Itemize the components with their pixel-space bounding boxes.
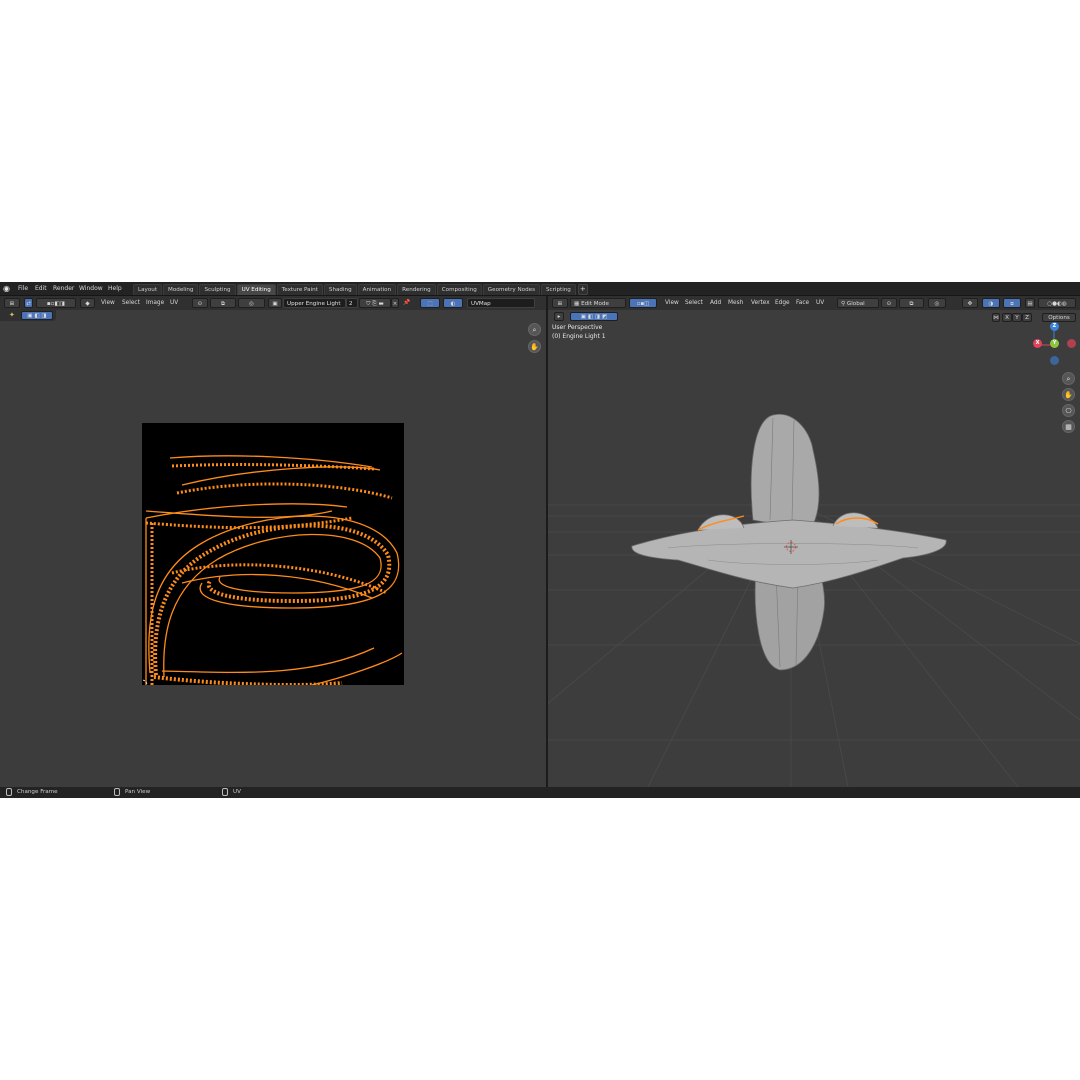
mouse-left-icon — [6, 787, 12, 796]
menu-render[interactable]: Render — [53, 282, 74, 295]
proportional-edit-icon[interactable]: ◎ — [238, 298, 265, 308]
viewport-canvas[interactable]: ▸ ▣ ◧ ◨ ◩ ⋈ X Y Z Options User Perspecti… — [548, 310, 1080, 787]
snap-icon[interactable]: ⧉ — [899, 298, 924, 308]
mode-label: Edit Mode — [581, 301, 609, 307]
status-middle-label: Pan View — [125, 789, 151, 795]
vp-menu-select[interactable]: Select — [685, 298, 703, 308]
zoom-icon[interactable]: ⌕ — [528, 323, 541, 336]
toggle-icon[interactable]: ▤ — [1025, 298, 1035, 308]
orientation-label: Global — [846, 301, 865, 307]
editor-type-icon[interactable]: ⊞ — [4, 298, 20, 308]
tab-animation[interactable]: Animation — [357, 284, 397, 295]
tab-scripting[interactable]: Scripting — [540, 284, 576, 295]
blender-window: ◉ File Edit Render Window Help Layout Mo… — [0, 282, 1080, 798]
status-bar: Change Frame Pan View UV — [0, 787, 1080, 798]
select-tool-icon[interactable]: ✦ — [9, 311, 15, 319]
uv-menu-image[interactable]: Image — [146, 298, 164, 308]
vp-menu-edge[interactable]: Edge — [775, 298, 790, 308]
select-mode-icons[interactable]: ▫▪◫ — [629, 298, 657, 308]
overlays-icon[interactable]: ◑ — [982, 298, 1000, 308]
uv-select-mode-icons[interactable]: ▪▫◧◨ — [36, 298, 76, 308]
status-uv: UV — [222, 787, 241, 798]
menu-file[interactable]: File — [18, 282, 28, 295]
tab-texture-paint[interactable]: Texture Paint — [276, 284, 323, 295]
uv-tool-header: ✦ ▣ ◧ ◨ — [0, 310, 56, 321]
vp-menu-uv[interactable]: UV — [816, 298, 824, 308]
pivot-icon[interactable]: ⊙ — [192, 298, 208, 308]
close-icon[interactable]: × — [391, 298, 399, 308]
sticky-select-icon[interactable]: ◆ — [80, 298, 95, 308]
tab-compositing[interactable]: Compositing — [436, 284, 482, 295]
mouse-right-icon — [222, 787, 228, 796]
image-actions-icons[interactable]: ⛉ ⎘ ▬ — [359, 298, 391, 308]
uv-menu-select[interactable]: Select — [122, 298, 140, 308]
menu-window[interactable]: Window — [79, 282, 103, 295]
tab-shading[interactable]: Shading — [323, 284, 357, 295]
tab-rendering[interactable]: Rendering — [397, 284, 436, 295]
image-name-field[interactable]: Upper Engine Light — [283, 298, 346, 308]
xray-icon[interactable]: ⧈ — [1003, 298, 1021, 308]
uv-layout-svg[interactable] — [142, 423, 404, 685]
display-channels-icon[interactable]: ◐ — [443, 298, 463, 308]
tab-uv-editing[interactable]: UV Editing — [236, 284, 276, 295]
vp-menu-view[interactable]: View — [665, 298, 679, 308]
vp-menu-mesh[interactable]: Mesh — [728, 298, 743, 308]
uv-menu-view[interactable]: View — [101, 298, 115, 308]
status-right-label: UV — [233, 789, 241, 795]
status-change-frame: Change Frame — [6, 787, 58, 798]
3d-viewport: ⊞ ▦ Edit Mode ▫▪◫ View Select Add Mesh V… — [548, 296, 1080, 787]
proportional-edit-icon[interactable]: ◎ — [928, 298, 946, 308]
tab-layout[interactable]: Layout — [133, 284, 163, 295]
uv-editor: ⊞ ⇄ ▪▫◧◨ ◆ View Select Image UV ⊙ ⧉ ◎ ▣ … — [0, 296, 546, 787]
vp-menu-face[interactable]: Face — [796, 298, 809, 308]
uv-canvas[interactable]: ✦ ▣ ◧ ◨ ⌕ ✋ — [0, 310, 546, 787]
uv-editor-header: ⊞ ⇄ ▪▫◧◨ ◆ View Select Image UV ⊙ ⧉ ◎ ▣ … — [0, 296, 546, 311]
snap-icon[interactable]: ⧉ — [210, 298, 236, 308]
add-workspace-button[interactable]: + — [577, 284, 588, 295]
pin-icon[interactable]: 📌 — [403, 298, 410, 308]
uvmap-field[interactable]: UVMap — [467, 298, 535, 308]
sync-selection-icon[interactable]: ⇄ — [24, 298, 33, 308]
image-browse-icon[interactable]: ▣ — [268, 298, 282, 308]
status-pan-view: Pan View — [114, 787, 150, 798]
mouse-middle-icon — [114, 787, 120, 796]
uv-menu-uv[interactable]: UV — [170, 298, 178, 308]
blender-logo-icon[interactable]: ◉ — [3, 284, 13, 293]
image-users-count[interactable]: 2 — [346, 298, 358, 308]
vp-menu-add[interactable]: Add — [710, 298, 721, 308]
select-box-mode-icons[interactable]: ▣ ◧ ◨ — [21, 311, 53, 320]
transform-orientation[interactable]: ⚲ Global — [837, 298, 879, 308]
tab-sculpting[interactable]: Sculpting — [199, 284, 236, 295]
top-bar: ◉ File Edit Render Window Help Layout Mo… — [0, 282, 1080, 296]
pan-hand-icon[interactable]: ✋ — [528, 340, 541, 353]
tab-modeling[interactable]: Modeling — [163, 284, 199, 295]
status-left-label: Change Frame — [17, 789, 58, 795]
uv-sticky-icon[interactable]: ⬚ — [420, 298, 440, 308]
vp-menu-vertex[interactable]: Vertex — [751, 298, 770, 308]
workspace-tabs: Layout Modeling Sculpting UV Editing Tex… — [133, 284, 588, 295]
menu-edit[interactable]: Edit — [35, 282, 47, 295]
menu-help[interactable]: Help — [108, 282, 122, 295]
uv-image-background — [142, 423, 404, 685]
shading-modes-icons[interactable]: ○●◐◍ — [1038, 298, 1076, 308]
tab-geometry-nodes[interactable]: Geometry Nodes — [482, 284, 540, 295]
pivot-icon[interactable]: ⊙ — [881, 298, 897, 308]
viewport-scene — [548, 413, 1080, 787]
mode-selector[interactable]: ▦ Edit Mode — [570, 298, 626, 308]
editor-type-icon[interactable]: ⊞ — [552, 298, 568, 308]
show-gizmo-icon[interactable]: ✥ — [962, 298, 978, 308]
viewport-header: ⊞ ▦ Edit Mode ▫▪◫ View Select Add Mesh V… — [548, 296, 1080, 311]
engine-light-model — [631, 413, 947, 671]
